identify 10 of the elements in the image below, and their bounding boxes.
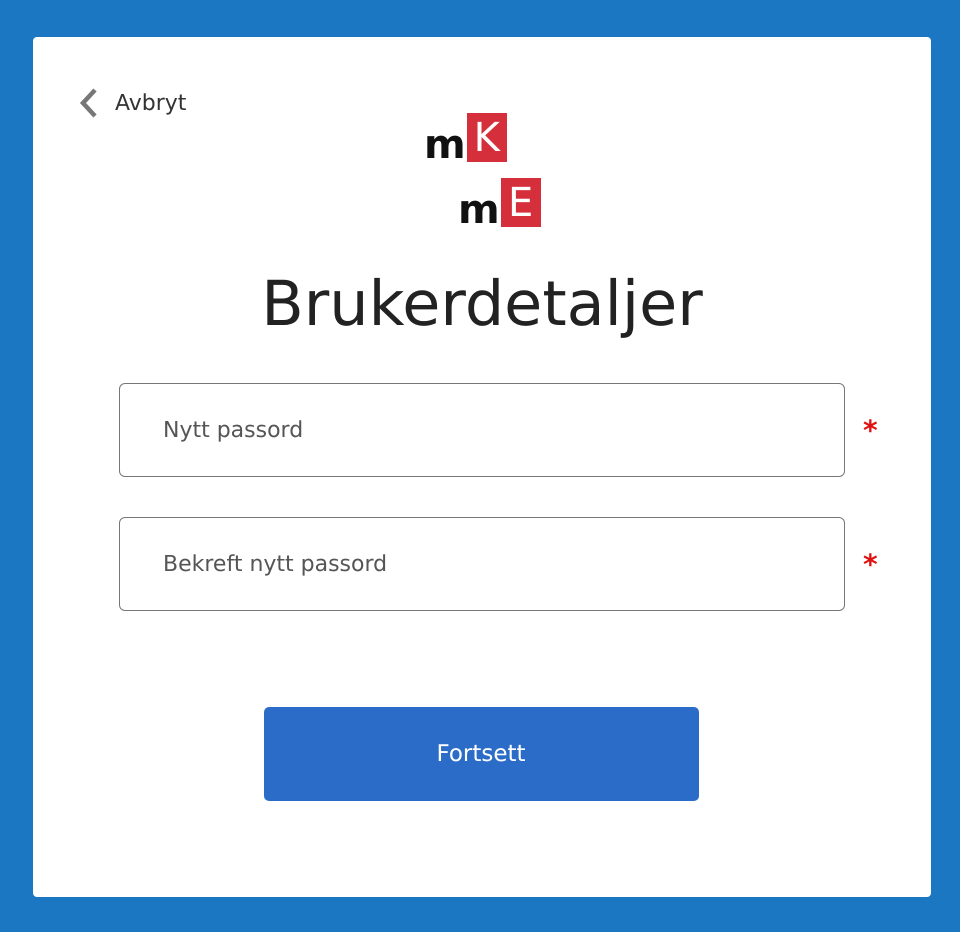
logo: m E xyxy=(458,178,541,227)
required-mark: * xyxy=(863,414,878,447)
cancel-link[interactable]: Avbryt xyxy=(79,85,186,121)
password-field[interactable]: Bekreft nytt passord xyxy=(119,517,845,612)
password-field[interactable]: Nytt passord xyxy=(119,383,845,478)
continue-button[interactable]: Fortsett xyxy=(264,707,698,802)
logo: m K xyxy=(424,113,507,162)
back-chevron-icon xyxy=(79,87,99,119)
page-title: Brukerdetaljer xyxy=(260,267,704,342)
required-mark: * xyxy=(863,548,878,581)
